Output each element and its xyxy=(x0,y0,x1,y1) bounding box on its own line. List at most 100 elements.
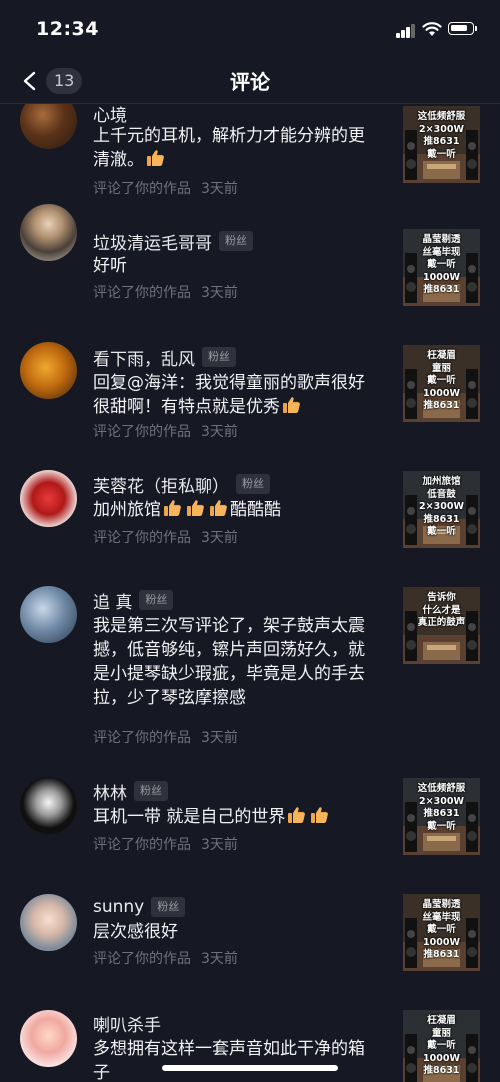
thumbnail-caption-line: 告诉你 xyxy=(427,592,456,603)
commenter-name[interactable]: 垃圾清运毛哥哥 xyxy=(93,229,212,254)
thumbnail-caption-line: 推8631 xyxy=(423,1065,460,1076)
comment-meta: 评论了你的作品 3天前 xyxy=(93,282,238,302)
comment-list[interactable]: 心境 上千元的耳机，解析力才能分辨的更清澈。 评论了你的作品 3天前 这低频舒服 2×30… xyxy=(0,104,500,1082)
thumbnail-caption-line: 丝毫毕现 xyxy=(422,246,461,258)
thumbnail-caption: 晶莹剔透 丝毫毕现 戴一听 1000W 推8631 xyxy=(403,894,480,962)
thumbs-up-icon xyxy=(311,807,329,823)
status-time: 12:34 xyxy=(36,18,99,40)
avatar[interactable] xyxy=(20,470,77,527)
meta-time: 3天前 xyxy=(201,424,238,440)
video-thumbnail[interactable]: 告诉你 什么才是 真正的鼓声 xyxy=(403,587,480,664)
comment-text: 加州旅馆 酷酷酷 xyxy=(93,498,368,522)
thumbnail-caption-line: 1000W xyxy=(423,936,460,948)
comment-body: 我是第三次写评论了，架子鼓声太震撼，低音够纯，镲片声回荡好久，就是小提琴缺少瑕疵… xyxy=(93,616,365,708)
comment-body: 加州旅馆 xyxy=(93,500,161,520)
thumbnail-caption: 告诉你 什么才是 真正的鼓声 xyxy=(403,587,480,630)
comment-body: 回复@海洋：我觉得童丽的歌声很好很甜啊！有特点就是优秀 xyxy=(93,373,365,417)
thumbnail-caption-line: 晶莹剔透 xyxy=(422,899,461,910)
avatar[interactable] xyxy=(20,894,77,951)
thumbnail-caption-line: 推8631 xyxy=(423,513,460,525)
commenter-name[interactable]: 心境 xyxy=(93,104,127,126)
commenter-name[interactable]: 芙蓉花（拒私聊） xyxy=(93,472,229,497)
comment-header: 心境 xyxy=(93,104,127,126)
thumbnail-caption-line: 推8631 xyxy=(423,136,460,147)
thumbnail-caption-line: 推8631 xyxy=(423,400,460,411)
thumbs-up-icon xyxy=(187,500,204,516)
avatar[interactable] xyxy=(20,777,77,834)
comment-header: 垃圾清运毛哥哥 粉丝 xyxy=(93,228,253,254)
comment-meta: 评论了你的作品 3天前 xyxy=(93,178,238,198)
wifi-icon xyxy=(422,22,442,36)
comment-meta: 评论了你的作品 3天前 xyxy=(93,834,238,854)
home-indicator[interactable] xyxy=(162,1065,338,1071)
thumbnail-caption-line: 这低频舒服 xyxy=(417,111,466,122)
video-thumbnail[interactable]: 这低频舒服 2×300W 推8631 戴一听 xyxy=(403,106,480,183)
comment-header: 芙蓉花（拒私聊） 粉丝 xyxy=(93,471,270,497)
thumbnail-caption-line: 丝毫毕现 xyxy=(422,911,461,923)
thumbnail-caption-line: 戴一听 xyxy=(427,924,456,935)
cellular-signal-icon xyxy=(396,24,416,38)
thumbnail-caption-line: 什么才是 xyxy=(422,604,461,616)
meta-time: 3天前 xyxy=(201,951,238,967)
thumbnail-caption-line: 推8631 xyxy=(423,949,460,960)
fan-badge: 粉丝 xyxy=(134,781,168,801)
thumbnail-caption-line: 2×300W xyxy=(419,123,464,135)
thumbs-up-icon xyxy=(164,500,181,516)
commenter-name[interactable]: sunny xyxy=(93,897,144,917)
comment-header: 喇叭杀手 xyxy=(93,1010,161,1036)
commenter-name[interactable]: 看下雨，乱风 xyxy=(93,345,195,370)
avatar[interactable] xyxy=(20,204,77,261)
comment-text: 上千元的耳机，解析力才能分辨的更清澈。 xyxy=(93,124,368,172)
thumbnail-caption: 枉凝眉 童丽 戴一听 1000W 推8631 xyxy=(403,345,480,413)
meta-action: 评论了你的作品 xyxy=(93,730,191,746)
thumbnail-caption: 加州旅馆 低音鼓 2×300W 推8631 戴一听 xyxy=(403,471,480,539)
meta-time: 3天前 xyxy=(201,837,238,853)
commenter-name[interactable]: 喇叭杀手 xyxy=(93,1011,161,1036)
thumbnail-caption-line: 1000W xyxy=(423,1052,460,1064)
thumbnail-caption-line: 戴一听 xyxy=(427,148,456,160)
meta-time: 3天前 xyxy=(201,730,238,746)
meta-action: 评论了你的作品 xyxy=(93,837,191,853)
thumbnail-caption-line: 戴一听 xyxy=(427,1040,456,1051)
thumbnail-caption-line: 戴一听 xyxy=(427,820,456,832)
thumbnail-caption-line: 2×300W xyxy=(419,501,464,512)
video-thumbnail[interactable]: 晶莹剔透 丝毫毕现 戴一听 1000W 推8631 xyxy=(403,894,480,971)
comment-text: 回复@海洋：我觉得童丽的歌声很好很甜啊！有特点就是优秀 xyxy=(93,371,368,419)
fan-badge: 粉丝 xyxy=(219,231,253,251)
thumbs-up-icon xyxy=(210,500,227,516)
commenter-name[interactable]: 林林 xyxy=(93,779,127,804)
meta-time: 3天前 xyxy=(201,530,238,546)
avatar[interactable] xyxy=(20,342,77,399)
avatar[interactable] xyxy=(20,1010,77,1067)
avatar[interactable] xyxy=(20,586,77,643)
comment-body-tail: 酷酷酷 xyxy=(230,500,281,520)
commenter-name[interactable]: 追 真 xyxy=(93,588,132,613)
battery-icon xyxy=(448,22,477,35)
video-thumbnail[interactable]: 枉凝眉 童丽 戴一听 1000W 推8631 xyxy=(403,1010,480,1082)
comment-meta: 评论了你的作品 3天前 xyxy=(93,727,238,747)
page-title: 评论 xyxy=(230,70,270,94)
comment-body: 上千元的耳机，解析力才能分辨的更清澈。 xyxy=(93,126,365,170)
thumbs-up-icon xyxy=(147,150,164,166)
thumbnail-caption-line: 枉凝眉 xyxy=(427,350,456,361)
thumbs-up-icon xyxy=(288,807,306,823)
video-thumbnail[interactable]: 晶莹剔透 丝毫毕现 戴一听 1000W 推8631 xyxy=(403,229,480,306)
thumbnail-caption-line: 这低频舒服 xyxy=(417,783,466,794)
video-thumbnail[interactable]: 加州旅馆 低音鼓 2×300W 推8631 戴一听 xyxy=(403,471,480,548)
thumbnail-caption-line: 真正的鼓声 xyxy=(417,617,466,628)
thumbnail-caption: 晶莹剔透 丝毫毕现 戴一听 1000W 推8631 xyxy=(403,229,480,297)
thumbnail-caption-line: 戴一听 xyxy=(427,375,456,386)
comment-header: sunny 粉丝 xyxy=(93,894,186,920)
comment-body: 耳机一带 就是自己的世界 xyxy=(93,807,286,827)
meta-action: 评论了你的作品 xyxy=(93,424,191,440)
video-thumbnail[interactable]: 枉凝眉 童丽 戴一听 1000W 推8631 xyxy=(403,345,480,422)
comment-body: 多想拥有这样一套声音如此干净的箱子 xyxy=(93,1039,365,1082)
avatar[interactable] xyxy=(20,104,77,149)
fan-badge: 粉丝 xyxy=(236,474,270,494)
comment-text: 耳机一带 就是自己的世界 xyxy=(93,805,368,829)
thumbnail-caption-line: 推8631 xyxy=(423,808,460,819)
thumbnail-caption-line: 加州旅馆 xyxy=(422,476,461,487)
video-thumbnail[interactable]: 这低频舒服 2×300W 推8631 戴一听 xyxy=(403,778,480,855)
thumbnail-caption-line: 戴一听 xyxy=(427,259,456,270)
thumbnail-caption-line: 晶莹剔透 xyxy=(422,234,461,245)
